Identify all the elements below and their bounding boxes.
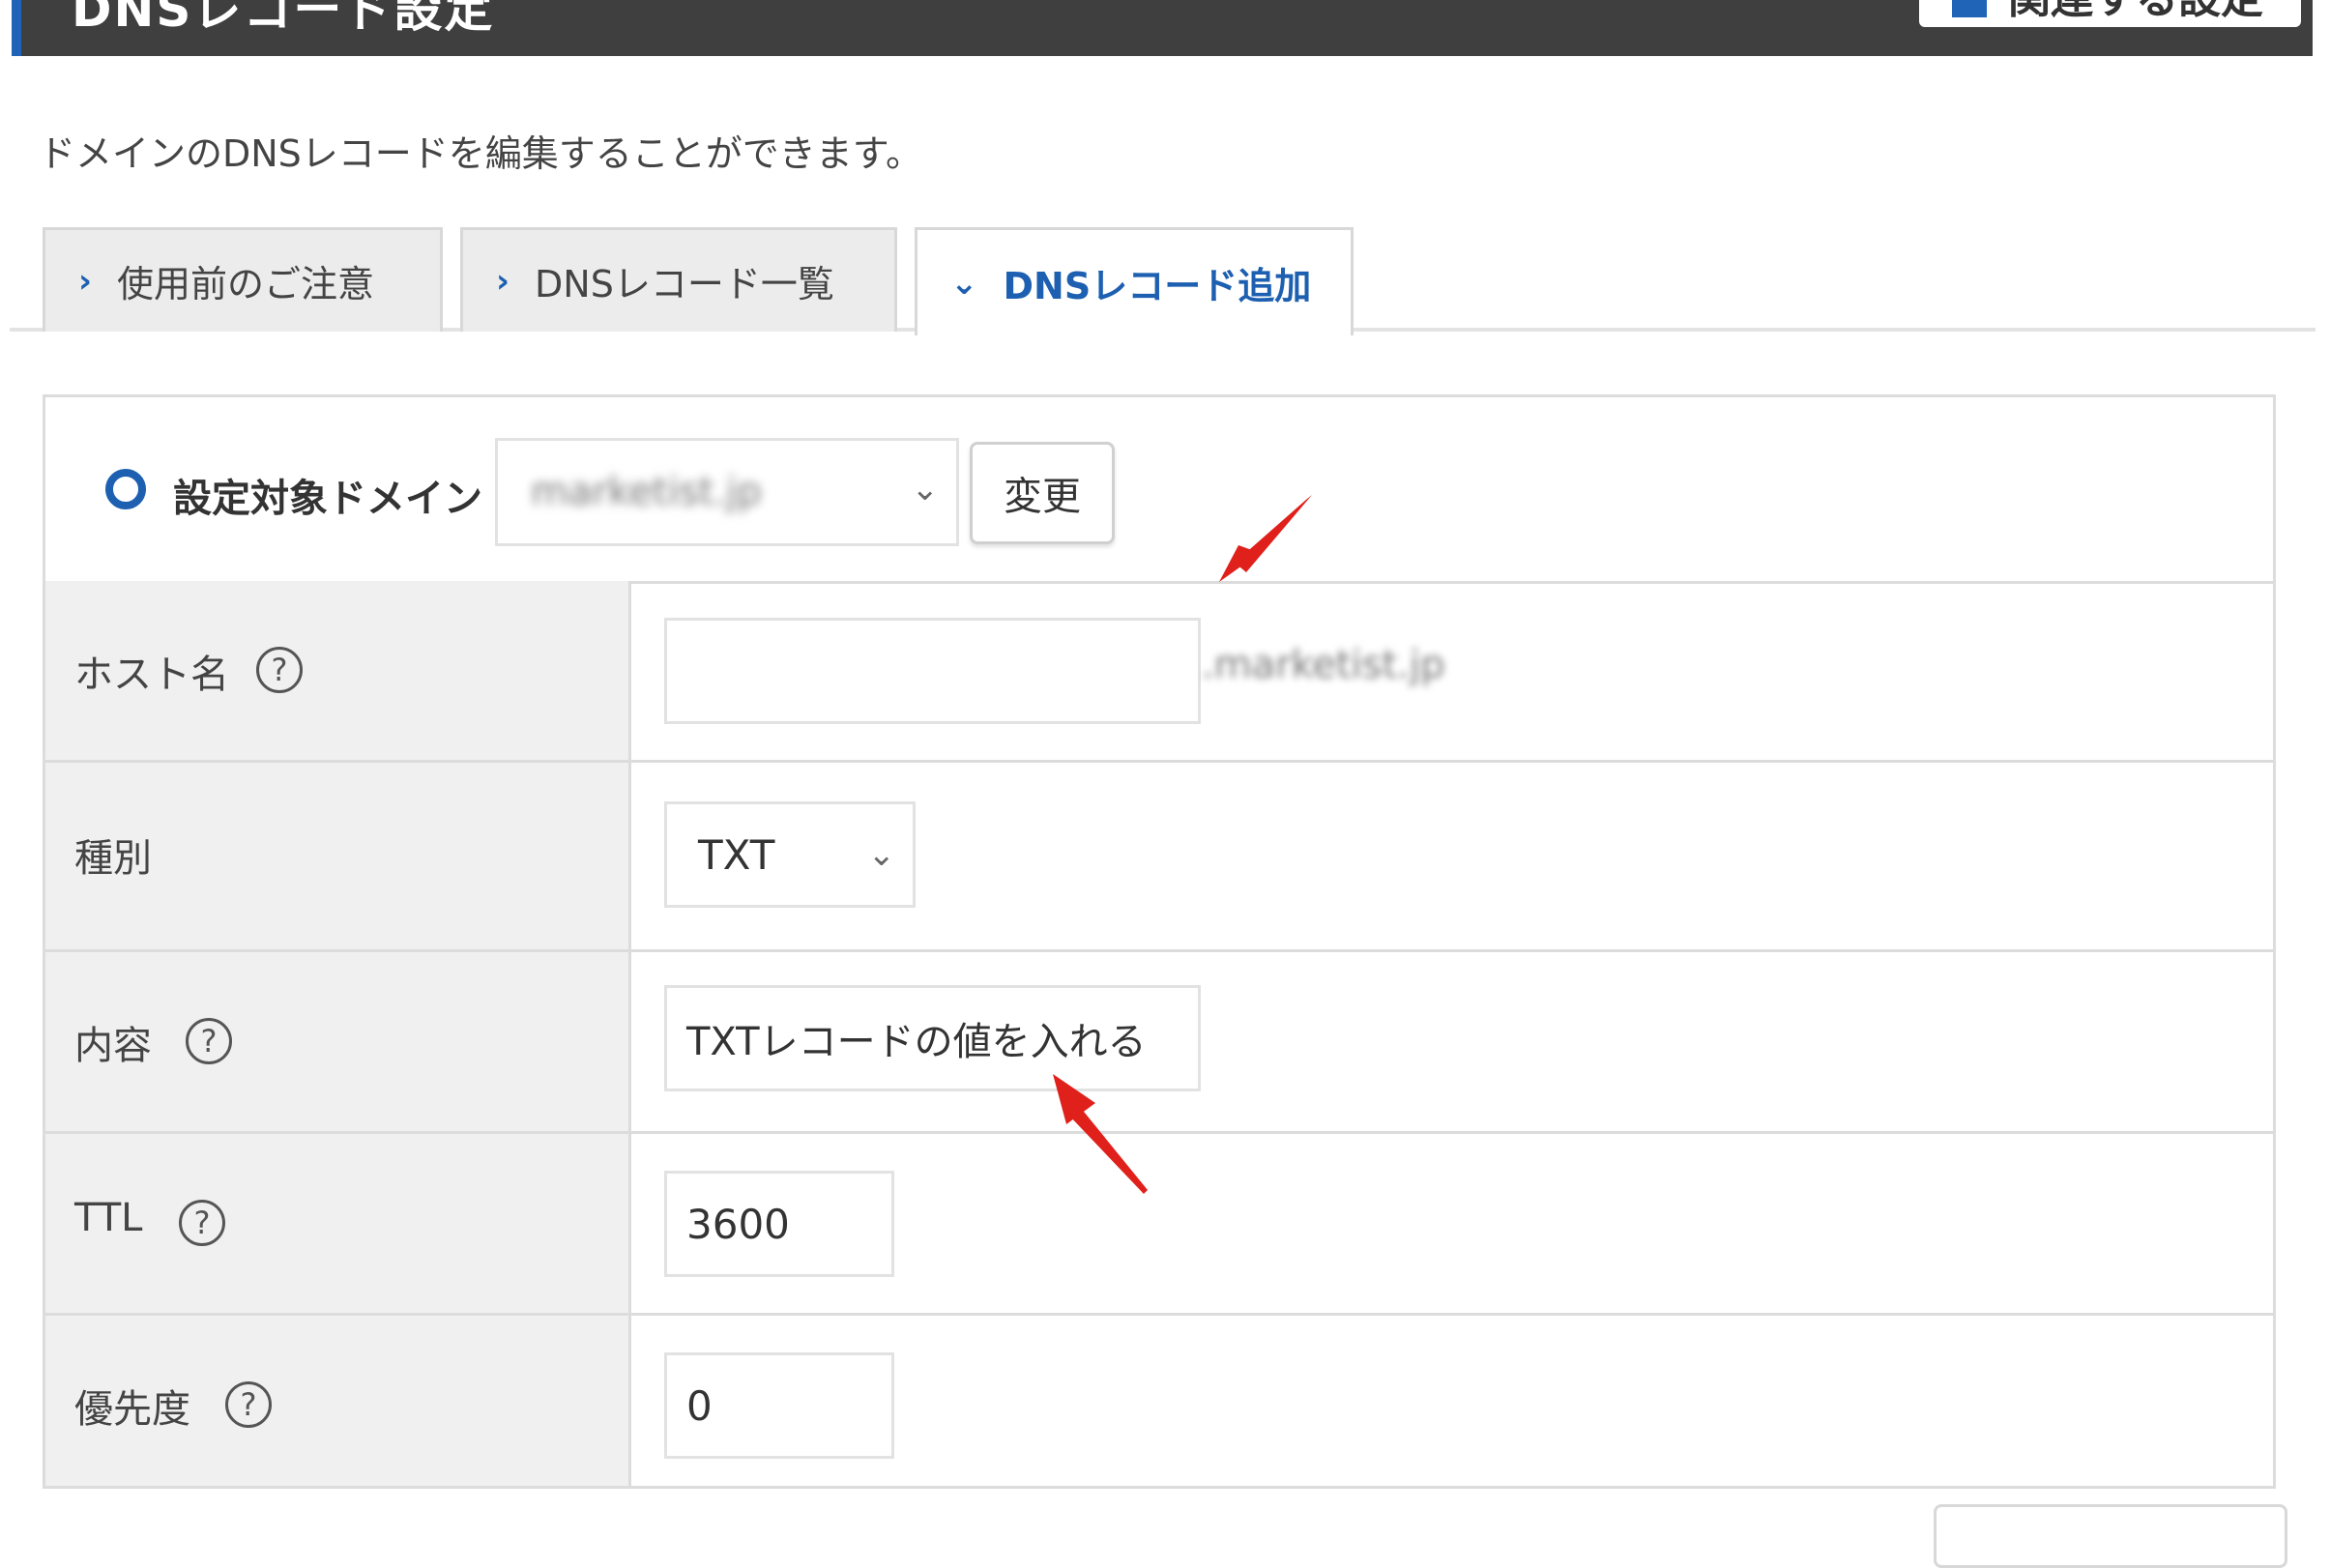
type-select-value: TXT [698, 830, 775, 879]
priority-row: 優先度 ? 0 [45, 1316, 2273, 1486]
annotation-arrow-icon [1219, 495, 1312, 582]
type-label: 種別 [74, 836, 152, 881]
content-row: 内容 ? TXTレコードの値を入れる [45, 952, 2273, 1134]
type-row: 種別 TXT ⌄ [45, 763, 2273, 952]
content-label-cell: 内容 ? [45, 952, 631, 1131]
annotation-arrow-icon [1053, 1074, 1148, 1194]
related-settings-label: 関連する設定 [2008, 0, 2263, 25]
tab-dns-record-list[interactable]: › DNSレコード一覧 [460, 227, 897, 332]
type-label-cell: 種別 [45, 763, 631, 949]
radio-icon [105, 469, 146, 509]
tab-label: 使用前のご注意 [117, 263, 375, 305]
ttl-label-cell: TTL ? [45, 1134, 631, 1313]
target-domain-row: 設定対象ドメイン marketist.jp ⌄ 変更 [45, 397, 2273, 584]
type-select[interactable]: TXT ⌄ [664, 801, 916, 908]
help-icon[interactable]: ? [186, 1018, 232, 1064]
change-domain-button[interactable]: 変更 [970, 442, 1115, 544]
ttl-label: TTL [74, 1196, 143, 1240]
help-icon[interactable]: ? [225, 1381, 272, 1428]
domain-select[interactable]: marketist.jp ⌄ [495, 438, 959, 546]
related-settings-icon [1952, 0, 1987, 17]
content-label: 内容 [74, 1024, 152, 1068]
priority-label-cell: 優先度 ? [45, 1316, 631, 1486]
host-domain-suffix: .marketist.jp [1202, 643, 1445, 687]
page-title: DNSレコード設定 [72, 0, 495, 38]
help-icon[interactable]: ? [179, 1200, 225, 1246]
tab-label: DNSレコード追加 [1003, 265, 1312, 307]
priority-input[interactable]: 0 [664, 1352, 894, 1459]
tab-label: DNSレコード一覧 [535, 263, 834, 305]
dns-record-form: 設定対象ドメイン marketist.jp ⌄ 変更 ホスト名 ? .marke… [43, 394, 2276, 1489]
page-header: DNSレコード設定 関連する設定 [12, 0, 2313, 56]
host-label-cell: ホスト名 ? [45, 581, 631, 760]
chevron-down-icon: ⌄ [950, 263, 978, 303]
help-icon[interactable]: ? [256, 647, 303, 693]
ttl-input[interactable]: 3600 [664, 1171, 894, 1277]
host-row: ホスト名 ? .marketist.jp [45, 581, 2273, 763]
host-input[interactable] [664, 618, 1201, 724]
chevron-down-icon: ⌄ [867, 835, 896, 874]
chevron-down-icon: ⌄ [911, 470, 940, 508]
tab-precautions[interactable]: › 使用前のご注意 [43, 227, 443, 332]
target-domain-label: 設定対象ドメイン [173, 477, 482, 521]
page-description: ドメインのDNSレコードを編集することができます。 [39, 132, 923, 175]
chevron-right-icon: › [78, 261, 93, 301]
chevron-right-icon: › [496, 261, 510, 301]
priority-label: 優先度 [74, 1387, 190, 1432]
host-label: ホスト名 [74, 653, 229, 697]
related-settings-button[interactable]: 関連する設定 [1919, 0, 2301, 27]
tab-dns-record-add[interactable]: ⌄ DNSレコード追加 [915, 227, 1354, 335]
ttl-row: TTL ? 3600 [45, 1134, 2273, 1316]
submit-button[interactable] [1934, 1504, 2287, 1568]
domain-select-value: marketist.jp [531, 470, 762, 514]
